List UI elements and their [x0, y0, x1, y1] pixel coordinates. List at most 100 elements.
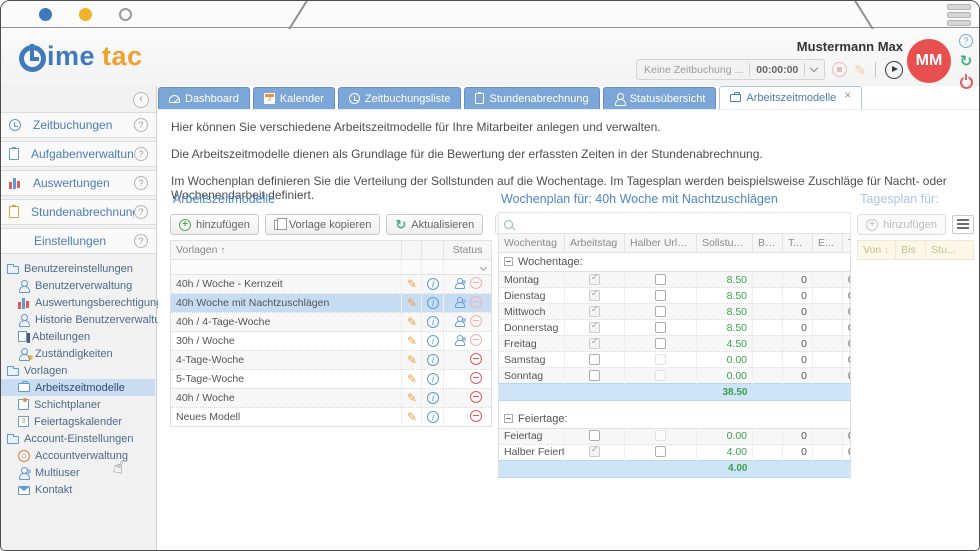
tree-item[interactable]: Historie Benutzerverwaltung: [1, 311, 155, 328]
half-vacation-checkbox[interactable]: [655, 274, 666, 285]
model-row[interactable]: 40h Woche mit Nachtzuschlägen ✎: [171, 294, 492, 313]
holiday-row[interactable]: Feiertag 0.00 0 0: [499, 428, 851, 444]
holiday-row[interactable]: Halber Feiertag 4.00 0 0: [499, 444, 851, 460]
browser-menu-icon[interactable]: [947, 4, 971, 26]
tree-item[interactable]: Benutzereinstellungen: [1, 260, 155, 277]
deactivate-icon[interactable]: [470, 372, 482, 384]
half-vacation-checkbox[interactable]: [655, 370, 666, 381]
model-row[interactable]: 40h / 4-Tage-Woche ✎: [171, 313, 492, 332]
workday-checkbox[interactable]: [589, 354, 600, 365]
tree-item[interactable]: Vorlagen: [1, 362, 155, 379]
help-icon[interactable]: ?: [134, 205, 148, 219]
info-icon[interactable]: [427, 335, 439, 347]
deactivate-icon[interactable]: [470, 315, 482, 327]
sidebar-menu-item[interactable]: Einstellungen ?: [1, 228, 156, 254]
workday-checkbox[interactable]: [589, 446, 600, 457]
info-icon[interactable]: [427, 411, 439, 423]
edit-icon[interactable]: ✎: [407, 410, 417, 424]
workday-checkbox[interactable]: [589, 274, 600, 285]
column-header-vorlagen[interactable]: Vorlagen ↑: [171, 241, 402, 260]
tab[interactable]: Dashboard ×: [158, 87, 250, 109]
edit-icon[interactable]: ✎: [407, 372, 417, 386]
close-icon[interactable]: ×: [844, 88, 851, 102]
info-icon[interactable]: [427, 354, 439, 366]
deactivate-icon[interactable]: [470, 353, 482, 365]
info-icon[interactable]: [427, 316, 439, 328]
info-icon[interactable]: [427, 392, 439, 404]
weekday-row[interactable]: Sonntag 0.00 0 0: [499, 368, 851, 384]
half-vacation-checkbox[interactable]: [655, 290, 666, 301]
column-header[interactable]: Arbeitstag: [565, 234, 625, 253]
copy-template-button[interactable]: Vorlage kopieren: [265, 214, 381, 235]
column-header[interactable]: Halber Urlaub...: [625, 234, 697, 253]
workday-checkbox[interactable]: [589, 306, 600, 317]
workday-checkbox[interactable]: [589, 338, 600, 349]
workday-checkbox[interactable]: [589, 370, 600, 381]
help-icon[interactable]: ?: [134, 234, 148, 248]
weekday-row[interactable]: Dienstag 8.50 0 0: [499, 288, 851, 304]
edit-icon[interactable]: ✎: [407, 353, 417, 367]
start-tracking-button[interactable]: [885, 61, 903, 79]
collapse-group-icon[interactable]: [504, 257, 513, 266]
menu-icon[interactable]: [952, 215, 974, 234]
tree-item[interactable]: Kontakt: [1, 481, 155, 498]
workday-checkbox[interactable]: [589, 290, 600, 301]
half-vacation-checkbox[interactable]: [655, 338, 666, 349]
column-header-bis[interactable]: Bis: [896, 241, 926, 260]
info-icon[interactable]: [427, 373, 439, 385]
refresh-button[interactable]: ↻ Aktualisieren: [386, 214, 483, 235]
model-row[interactable]: 30h / Woche ✎: [171, 332, 492, 351]
weekday-row[interactable]: Montag 8.50 0 0: [499, 272, 851, 288]
column-header[interactable]: Sollstunden: [697, 234, 753, 253]
tree-item[interactable]: Zuständigkeiten: [1, 345, 155, 362]
column-header[interactable]: T...: [843, 234, 851, 253]
half-vacation-checkbox[interactable]: [655, 306, 666, 317]
chevron-down-icon[interactable]: [480, 264, 487, 271]
tree-item[interactable]: Benutzerverwaltung: [1, 277, 155, 294]
help-icon[interactable]: ?: [134, 118, 148, 132]
column-header-status[interactable]: Status: [444, 241, 492, 260]
deactivate-icon[interactable]: [470, 410, 482, 422]
model-row[interactable]: 5-Tage-Woche ✎: [171, 370, 492, 389]
workday-checkbox[interactable]: [589, 322, 600, 333]
tab[interactable]: Arbeitszeitmodelle ×: [719, 86, 862, 109]
column-header[interactable]: Wochentag: [499, 234, 565, 253]
edit-icon[interactable]: ✎: [407, 277, 417, 291]
tree-item[interactable]: Schichtplaner: [1, 396, 155, 413]
collapse-group-icon[interactable]: [504, 414, 513, 423]
tab[interactable]: Zeitbuchungsliste ×: [338, 87, 462, 109]
edit-icon[interactable]: ✎: [407, 391, 417, 405]
edit-icon[interactable]: ✎: [407, 334, 417, 348]
deactivate-icon[interactable]: [470, 296, 482, 308]
sidebar-menu-item[interactable]: Auswertungen ?: [1, 170, 156, 196]
weekday-row[interactable]: Mittwoch 8.50 0 0: [499, 304, 851, 320]
edit-icon[interactable]: ✎: [407, 315, 417, 329]
half-vacation-checkbox[interactable]: [655, 430, 666, 441]
help-icon[interactable]: ?: [134, 176, 148, 190]
deactivate-icon[interactable]: [470, 391, 482, 403]
tree-item[interactable]: Feiertagskalender: [1, 413, 155, 430]
tree-item[interactable]: Abteilungen: [1, 328, 155, 345]
group-row-weekdays[interactable]: Wochentage:: [499, 253, 851, 272]
model-row[interactable]: 40h / Woche - Kernzeit ✎: [171, 275, 492, 294]
model-row[interactable]: 40h / Woche ✎: [171, 389, 492, 408]
refresh-icon[interactable]: ↻: [960, 55, 973, 69]
tree-item[interactable]: Multiuser: [1, 464, 155, 481]
weekday-row[interactable]: Samstag 0.00 0 0: [499, 352, 851, 368]
workday-checkbox[interactable]: [589, 430, 600, 441]
tab[interactable]: Kalender ×: [253, 87, 335, 109]
group-row-holidays[interactable]: Feiertage:: [499, 410, 851, 429]
tracking-task-select[interactable]: Keine Zeitbuchung ... 00:00:00: [636, 59, 825, 80]
weekday-row[interactable]: Freitag 4.50 0 0: [499, 336, 851, 352]
half-vacation-checkbox[interactable]: [655, 354, 666, 365]
tree-item[interactable]: Arbeitszeitmodelle: [1, 379, 155, 396]
sidebar-menu-item[interactable]: Stundenabrechnung ?: [1, 199, 156, 225]
tab[interactable]: Statusübersicht ×: [603, 87, 717, 109]
add-button[interactable]: hinzufügen: [170, 214, 259, 235]
column-header[interactable]: Be...: [753, 234, 783, 253]
column-header[interactable]: E...: [813, 234, 843, 253]
deactivate-icon[interactable]: [470, 334, 482, 346]
help-icon[interactable]: ?: [134, 147, 148, 161]
window-control-icon[interactable]: [119, 8, 132, 21]
sidebar-collapse-icon[interactable]: ‹: [133, 92, 149, 108]
